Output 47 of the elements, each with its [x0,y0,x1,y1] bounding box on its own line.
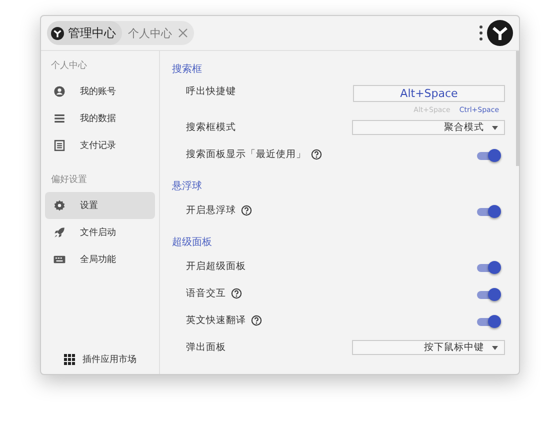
list-icon [53,112,66,125]
grid-icon [64,354,74,364]
help-icon[interactable] [231,288,242,299]
sidebar-heading: 个人中心 [50,60,88,73]
setting-label: 开启悬浮球 [186,204,236,217]
plugin-market-button[interactable]: 插件应用市场 [45,344,155,374]
help-icon[interactable] [241,205,252,216]
sidebar-item[interactable]: 支付记录 [45,132,155,159]
dropdown[interactable]: 聚合模式 [352,120,505,135]
toggle-switch[interactable] [477,148,501,160]
section-title: 搜索框 [172,62,203,77]
setting-label: 开启超级面板 [186,260,246,273]
setting-label: 呼出快捷键 [186,85,236,98]
logo-icon [51,26,64,40]
setting-label: 英文快速翻译 [186,314,246,327]
section-title: 悬浮球 [172,180,203,194]
setting-label: 弹出面板 [186,341,226,354]
more-icon[interactable] [479,25,483,41]
logo-icon[interactable] [487,20,513,46]
sidebar-item[interactable]: 全局功能 [45,246,155,273]
sidebar-heading: 偏好设置 [50,174,88,187]
close-icon[interactable] [178,28,188,38]
breadcrumb-tab[interactable]: 管理中心 [47,21,122,45]
caret-icon [492,346,498,350]
document-icon [53,139,66,152]
caret-icon [492,126,498,130]
toggle-switch[interactable] [477,288,501,300]
toggle-switch[interactable] [477,204,501,216]
keyboard-icon [53,253,66,266]
toggle-switch[interactable] [477,314,501,326]
dropdown[interactable]: 按下鼠标中键 [352,340,505,355]
setting-label: 语音交互 [186,287,226,300]
sidebar-item[interactable]: 我的账号 [45,78,155,105]
sidebar-item[interactable]: 我的数据 [45,105,155,132]
setting-label: 搜索框模式 [186,121,236,134]
sidebar-item[interactable]: 文件启动 [45,219,155,246]
rocket-icon [53,226,66,239]
breadcrumb-tab[interactable]: 个人中心 [122,21,178,45]
help-icon[interactable] [251,315,262,326]
shortcut-field[interactable]: Alt+Space [353,85,505,102]
sidebar-item[interactable]: 设置 [45,192,155,219]
help-icon[interactable] [311,149,322,160]
section-title: 超级面板 [172,236,213,250]
account-icon [53,85,66,98]
gear-icon [53,199,66,212]
setting-label: 搜索面板显示「最近使用」 [186,148,306,161]
toggle-switch[interactable] [477,260,501,272]
